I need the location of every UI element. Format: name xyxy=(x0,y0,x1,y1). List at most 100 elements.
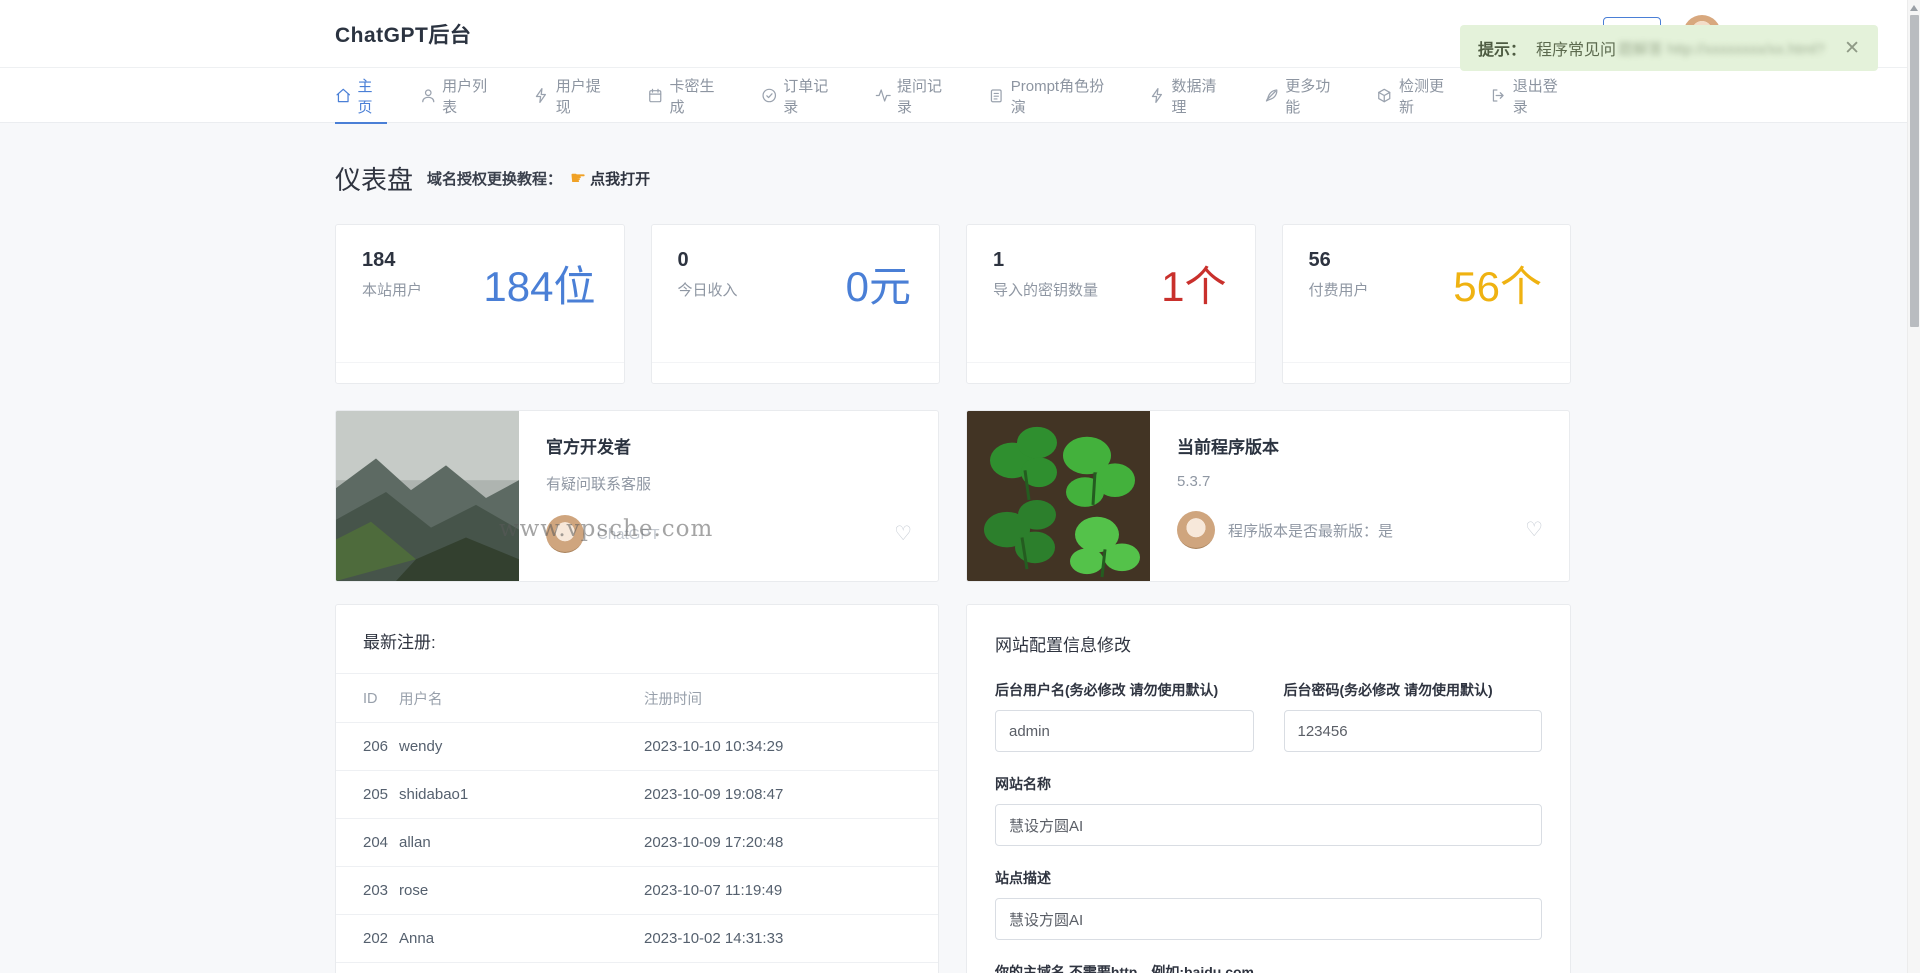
stat-big-value: 1个 xyxy=(1161,253,1226,314)
nav-item-user-list[interactable]: 用户列表 xyxy=(420,68,501,123)
scrollbar-up-arrow-icon[interactable] xyxy=(1910,5,1918,11)
registrations-table: ID 用户名 注册时间 206 wendy 2023-10-10 10:34:2… xyxy=(336,673,938,973)
stat-card-footer xyxy=(1283,362,1571,383)
cell-time: 2023-10-07 11:19:49 xyxy=(644,867,938,915)
nav-item-label: 更多功能 xyxy=(1285,75,1343,117)
table-row: 204 allan 2023-10-09 17:20:48 xyxy=(336,819,938,867)
column-header-username: 用户名 xyxy=(399,674,644,723)
site-description-field[interactable] xyxy=(995,898,1542,940)
cell-username: Anna xyxy=(399,915,644,963)
cell-username: rose xyxy=(399,867,644,915)
mountain-landscape-image xyxy=(336,411,519,581)
cell-id: 202 xyxy=(336,915,399,963)
cell-time: 2023-10-09 17:20:48 xyxy=(644,819,938,867)
media-footer-text: ChatGPT xyxy=(597,526,660,543)
nav-item-label: 退出登录 xyxy=(1513,75,1571,117)
bolt-icon xyxy=(533,87,550,104)
cell-time: 2023-10-10 10:34:29 xyxy=(644,723,938,771)
cell-username: ohgodshesjunny xyxy=(399,963,644,973)
nav-item-label: 数据清理 xyxy=(1172,75,1230,117)
latest-registrations-panel: 最新注册: ID 用户名 注册时间 206 wendy 2023-10-10 1… xyxy=(335,604,939,973)
column-header-time: 注册时间 xyxy=(644,674,938,723)
table-row: 206 wendy 2023-10-10 10:34:29 xyxy=(336,723,938,771)
nav-item-label: 卡密生成 xyxy=(670,75,728,117)
site-config-panel: 网站配置信息修改 后台用户名(务必修改 请勿使用默认) 后台密码(务必修改 请勿… xyxy=(966,604,1571,973)
admin-username-field[interactable] xyxy=(995,710,1254,752)
table-row: 201 ohgodshesjunny 2023-09-26 14:24:05 xyxy=(336,963,938,973)
tutorial-label: 域名授权更换教程： xyxy=(427,168,562,189)
nav-item-label: 订单记录 xyxy=(783,75,841,117)
table-row: 202 Anna 2023-10-02 14:31:33 xyxy=(336,915,938,963)
main-content: 仪表盘 域名授权更换教程： ☛ 点我打开 184 本站用户 184位 0 今日收… xyxy=(335,123,1571,973)
media-card-title: 官方开发者 xyxy=(546,433,912,458)
nav-item-home[interactable]: 主页 xyxy=(335,68,387,123)
toast-notification: 提示： 程序常见问 题解答 http://xxxxxxxx/xx.html? ✕ xyxy=(1460,25,1878,71)
table-title: 最新注册: xyxy=(336,605,938,673)
site-description-label: 站点描述 xyxy=(995,868,1542,888)
stats-row: 184 本站用户 184位 0 今日收入 0元 1 导入的密钥数量 1个 56 … xyxy=(335,224,1571,384)
pointing-hand-icon: ☛ xyxy=(570,168,586,189)
cell-username: shidabao1 xyxy=(399,771,644,819)
cell-id: 205 xyxy=(336,771,399,819)
stat-card-footer xyxy=(336,362,624,383)
form-title: 网站配置信息修改 xyxy=(995,631,1542,656)
nav-item-orders[interactable]: 订单记录 xyxy=(761,68,842,123)
stat-card-today-income: 0 今日收入 0元 xyxy=(651,224,941,384)
nav-item-label: 检测更新 xyxy=(1399,75,1457,117)
nav-item-withdraw[interactable]: 用户提现 xyxy=(533,68,614,123)
page-title: 仪表盘 xyxy=(335,160,413,197)
nav-item-label: 提问记录 xyxy=(897,75,955,117)
nav-item-label: 用户列表 xyxy=(442,75,500,117)
nav-item-label: 用户提现 xyxy=(556,75,614,117)
card-icon xyxy=(647,87,664,104)
nav-item-questions[interactable]: 提问记录 xyxy=(875,68,956,123)
stat-big-value: 184位 xyxy=(483,253,595,314)
nav-item-check-update[interactable]: 检测更新 xyxy=(1376,68,1457,123)
stat-card-paid-users: 56 付费用户 56个 xyxy=(1282,224,1572,384)
heart-icon[interactable]: ♡ xyxy=(1525,520,1543,540)
scrollbar-thumb[interactable] xyxy=(1910,15,1919,327)
nav-item-data-clean[interactable]: 数据清理 xyxy=(1149,68,1230,123)
tutorial-open-link[interactable]: 点我打开 xyxy=(590,168,650,189)
cell-time: 2023-10-02 14:31:33 xyxy=(644,915,938,963)
nav-item-more-features[interactable]: 更多功能 xyxy=(1263,68,1344,123)
activity-icon xyxy=(875,87,892,104)
stat-card-total-users: 184 本站用户 184位 xyxy=(335,224,625,384)
cell-id: 204 xyxy=(336,819,399,867)
feather-icon xyxy=(1263,87,1280,104)
table-row: 205 shidabao1 2023-10-09 19:08:47 xyxy=(336,771,938,819)
cell-username: wendy xyxy=(399,723,644,771)
nav-item-prompt-roleplay[interactable]: Prompt角色扮演 xyxy=(988,68,1116,123)
toast-text: 程序常见问 xyxy=(1536,36,1616,60)
media-card-subtitle: 有疑问联系客服 xyxy=(546,473,912,494)
admin-password-field[interactable] xyxy=(1284,710,1543,752)
nav-item-label: Prompt角色扮演 xyxy=(1011,75,1116,117)
toast-prefix: 提示： xyxy=(1478,36,1526,60)
package-icon xyxy=(1376,87,1393,104)
nav-item-logout[interactable]: 退出登录 xyxy=(1490,68,1571,123)
heart-icon[interactable]: ♡ xyxy=(894,524,912,544)
site-name-label: 网站名称 xyxy=(995,774,1542,794)
check-circle-icon xyxy=(761,87,778,104)
avatar xyxy=(1177,511,1215,549)
nav-item-label: 主页 xyxy=(357,75,386,117)
list-icon xyxy=(988,87,1005,104)
version-card: 当前程序版本 5.3.7 程序版本是否最新版：是 ♡ xyxy=(966,410,1570,582)
admin-password-label: 后台密码(务必修改 请勿使用默认) xyxy=(1284,680,1543,700)
green-clovers-image xyxy=(967,411,1150,581)
scrollbar[interactable] xyxy=(1907,0,1920,973)
site-name-field[interactable] xyxy=(995,804,1542,846)
app-title: ChatGPT后台 xyxy=(335,19,471,49)
media-footer-text: 程序版本是否最新版：是 xyxy=(1228,520,1393,541)
cell-id: 206 xyxy=(336,723,399,771)
close-icon[interactable]: ✕ xyxy=(1830,37,1860,60)
developer-card: 官方开发者 有疑问联系客服 ChatGPT ♡ www.vpsche.com xyxy=(335,410,939,582)
cell-id: 203 xyxy=(336,867,399,915)
admin-username-label: 后台用户名(务必修改 请勿使用默认) xyxy=(995,680,1254,700)
stat-card-footer xyxy=(967,362,1255,383)
nav-item-card-gen[interactable]: 卡密生成 xyxy=(647,68,728,123)
cell-username: allan xyxy=(399,819,644,867)
table-row: 203 rose 2023-10-07 11:19:49 xyxy=(336,867,938,915)
column-header-id: ID xyxy=(336,674,399,723)
logout-icon xyxy=(1490,87,1507,104)
